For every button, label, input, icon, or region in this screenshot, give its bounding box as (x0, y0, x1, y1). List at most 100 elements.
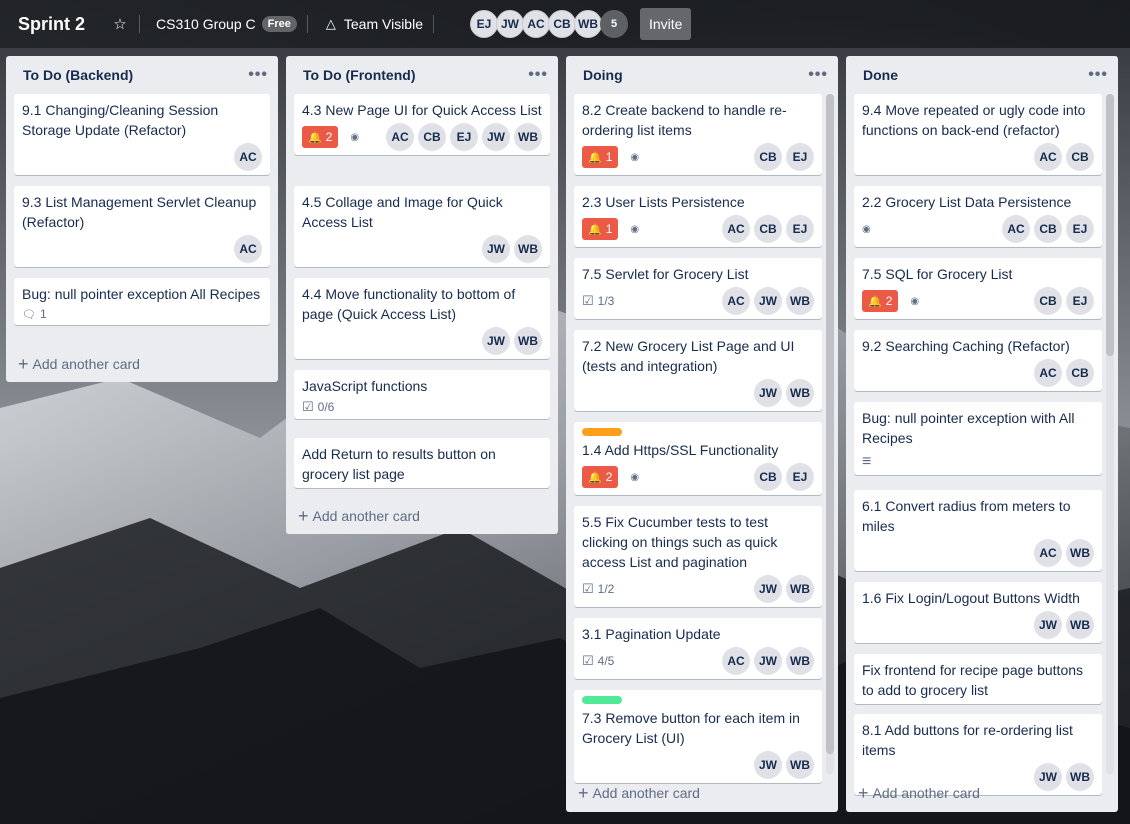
list-scrollbar[interactable] (826, 94, 834, 774)
scroll-thumb[interactable] (1106, 94, 1114, 356)
member-avatar[interactable]: EJ (1066, 215, 1094, 243)
member-avatar[interactable]: AC (722, 215, 750, 243)
card[interactable]: Bug: null pointer exception with All Rec… (854, 402, 1102, 475)
card[interactable]: 4.5 Collage and Image for Quick Access L… (294, 186, 550, 267)
member-avatar[interactable]: WB (786, 287, 814, 315)
member-avatar[interactable]: JW (482, 327, 510, 355)
member-avatar[interactable]: EJ (786, 215, 814, 243)
member-avatar[interactable]: CB (1066, 143, 1094, 171)
more-icon[interactable]: ••• (528, 66, 548, 84)
list-title[interactable]: Doing (583, 67, 623, 83)
card[interactable]: 5.5 Fix Cucumber tests to test clicking … (574, 506, 822, 607)
card[interactable]: 1.4 Add Https/SSL Functionality 🔔 2 ◉ CB EJ (574, 422, 822, 495)
due-date-badge[interactable]: 🔔 2 (862, 290, 899, 312)
card[interactable]: 6.1 Convert radius from meters to miles A… (854, 490, 1102, 571)
due-date-badge[interactable]: 🔔 1 (582, 218, 619, 240)
member-avatar[interactable]: CB (754, 215, 782, 243)
member-avatar[interactable]: EJ (450, 123, 478, 151)
card[interactable]: 7.5 SQL for Grocery List 🔔 2 ◉ CB EJ (854, 258, 1102, 319)
member-avatar[interactable]: CB (754, 463, 782, 491)
member-avatar[interactable]: JW (482, 123, 510, 151)
card[interactable]: 7.5 Servlet for Grocery List ☑ 1/3 AC JW WB (574, 258, 822, 319)
due-date-badge[interactable]: 🔔 2 (582, 466, 619, 488)
card[interactable]: Bug: null pointer exception All Recipes 🗨… (14, 278, 270, 325)
board-title[interactable]: Sprint 2 (18, 14, 85, 35)
member-avatar[interactable]: CB (1034, 287, 1062, 315)
member-avatar[interactable]: JW (496, 10, 524, 38)
card[interactable]: 7.2 New Grocery List Page and UI (tests … (574, 330, 822, 411)
scroll-thumb[interactable] (826, 94, 834, 754)
card[interactable]: 4.3 New Page UI for Quick Access List 🔔 2 ◉… (294, 94, 550, 155)
add-card-button[interactable]: + Add another card (294, 504, 420, 528)
member-avatar[interactable]: AC (522, 10, 550, 38)
member-avatar[interactable]: WB (514, 123, 542, 151)
member-avatar[interactable]: JW (754, 287, 782, 315)
member-avatar[interactable]: WB (786, 751, 814, 779)
card[interactable]: Fix frontend for recipe page buttons to … (854, 654, 1102, 704)
member-avatar[interactable]: AC (1034, 359, 1062, 387)
due-date-badge[interactable]: 🔔 2 (302, 126, 339, 148)
member-avatar[interactable]: WB (786, 379, 814, 407)
card[interactable]: JavaScript functions ☑ 0/6 (294, 370, 550, 419)
member-avatar[interactable]: JW (1034, 611, 1062, 639)
member-avatar[interactable]: JW (754, 575, 782, 603)
card[interactable]: 1.6 Fix Login/Logout Buttons Width JW WB (854, 582, 1102, 643)
member-avatar[interactable]: JW (482, 235, 510, 263)
member-avatar[interactable]: AC (722, 287, 750, 315)
member-avatar[interactable]: EJ (470, 10, 498, 38)
card[interactable]: 8.2 Create backend to handle re-ordering… (574, 94, 822, 175)
add-card-button[interactable]: + Add another card (854, 781, 980, 805)
card[interactable]: 9.3 List Management Servlet Cleanup (Ref… (14, 186, 270, 267)
member-avatar[interactable]: EJ (786, 143, 814, 171)
visibility-button[interactable]: △ Team Visible (326, 16, 423, 32)
member-avatar[interactable]: AC (386, 123, 414, 151)
card[interactable]: Add Return to results button on grocery … (294, 438, 550, 488)
member-avatar[interactable]: WB (1066, 763, 1094, 791)
member-count-badge[interactable]: 5 (600, 10, 628, 38)
member-avatar[interactable]: AC (722, 647, 750, 675)
member-avatar[interactable]: WB (574, 10, 602, 38)
more-icon[interactable]: ••• (248, 66, 268, 84)
member-avatar[interactable]: CB (548, 10, 576, 38)
member-avatar[interactable]: AC (1034, 143, 1062, 171)
member-avatar[interactable]: JW (754, 751, 782, 779)
card[interactable]: 9.2 Searching Caching (Refactor) AC CB (854, 330, 1102, 391)
member-avatar[interactable]: JW (754, 379, 782, 407)
member-avatar[interactable]: EJ (1066, 287, 1094, 315)
member-avatar[interactable]: WB (786, 647, 814, 675)
team-name-button[interactable]: CS310 Group C (156, 16, 256, 32)
card[interactable]: 2.3 User Lists Persistence 🔔 1 ◉ AC CB EJ (574, 186, 822, 247)
due-date-badge[interactable]: 🔔 1 (582, 146, 619, 168)
card[interactable]: 2.2 Grocery List Data Persistence ◉ AC CB EJ (854, 186, 1102, 247)
member-avatar[interactable]: AC (1034, 539, 1062, 567)
member-avatar[interactable]: CB (418, 123, 446, 151)
add-card-button[interactable]: + Add another card (574, 781, 700, 805)
list-scrollbar[interactable] (1106, 94, 1114, 774)
card-label[interactable] (582, 696, 622, 704)
card[interactable]: 3.1 Pagination Update ☑ 4/5 AC JW WB (574, 618, 822, 679)
member-avatar[interactable]: CB (1066, 359, 1094, 387)
star-icon[interactable]: ☆ (111, 15, 129, 33)
more-icon[interactable]: ••• (808, 66, 828, 84)
list-title[interactable]: To Do (Backend) (23, 67, 133, 83)
list-title[interactable]: Done (863, 67, 898, 83)
card[interactable]: 7.3 Remove button for each item in Groce… (574, 690, 822, 783)
list-title[interactable]: To Do (Frontend) (303, 67, 416, 83)
member-avatar[interactable]: JW (1034, 763, 1062, 791)
invite-button[interactable]: Invite (640, 8, 692, 40)
member-avatar[interactable]: CB (1034, 215, 1062, 243)
member-avatar[interactable]: CB (754, 143, 782, 171)
member-avatar[interactable]: WB (1066, 539, 1094, 567)
member-avatar[interactable]: AC (234, 235, 262, 263)
more-icon[interactable]: ••• (1088, 66, 1108, 84)
member-avatar[interactable]: JW (754, 647, 782, 675)
member-avatar[interactable]: WB (514, 327, 542, 355)
add-card-button[interactable]: + Add another card (14, 352, 140, 376)
member-avatar[interactable]: WB (1066, 611, 1094, 639)
member-avatar[interactable]: WB (786, 575, 814, 603)
card[interactable]: 4.4 Move functionality to bottom of page… (294, 278, 550, 359)
member-avatar[interactable]: EJ (786, 463, 814, 491)
card[interactable]: 9.4 Move repeated or ugly code into func… (854, 94, 1102, 175)
member-avatar[interactable]: AC (1002, 215, 1030, 243)
member-avatar[interactable]: AC (234, 143, 262, 171)
